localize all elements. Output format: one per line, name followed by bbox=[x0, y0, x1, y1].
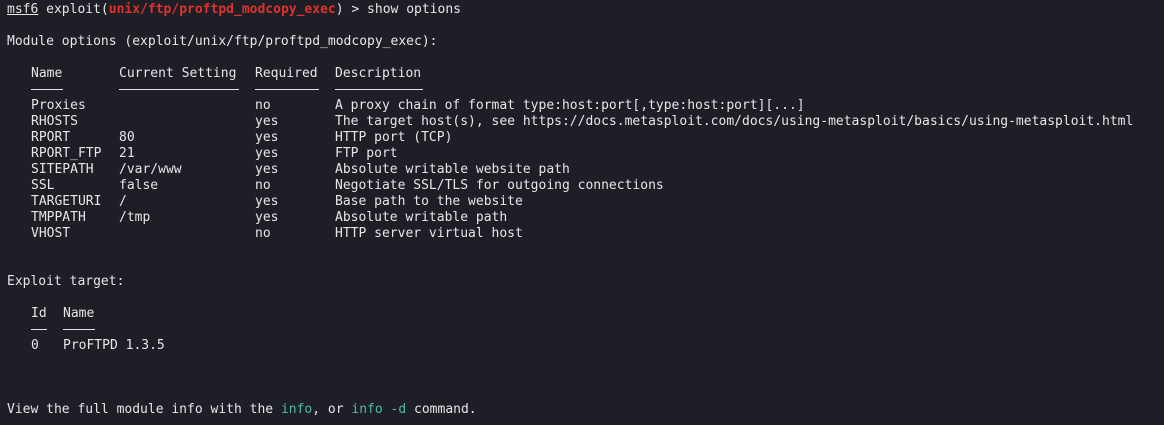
option-description: Base path to the website bbox=[335, 194, 523, 209]
underline-id bbox=[31, 329, 47, 330]
option-required: no bbox=[255, 178, 271, 193]
underline-required bbox=[255, 89, 319, 90]
underline-target-name bbox=[63, 329, 95, 330]
table-header-row: Name Current Setting Required Descriptio… bbox=[31, 66, 1164, 82]
exploit-target-heading: Exploit target: bbox=[7, 274, 125, 289]
target-name: ProFTPD 1.3.5 bbox=[63, 338, 165, 353]
option-description: HTTP server virtual host bbox=[335, 226, 523, 241]
footer-middle: , or bbox=[312, 402, 352, 417]
option-setting: false bbox=[119, 178, 159, 193]
option-name: VHOST bbox=[31, 226, 71, 241]
option-description: The target host(s), see https://docs.met… bbox=[335, 114, 1134, 129]
exploit-target-table: Id Name 0 ProFTPD 1.3.5 bbox=[7, 306, 1164, 354]
module-options-heading: Module options (exploit/unix/ftp/proftpd… bbox=[7, 34, 438, 49]
option-setting: /tmp bbox=[119, 210, 151, 225]
target-row: 0 ProFTPD 1.3.5 bbox=[31, 338, 1164, 354]
option-setting bbox=[119, 114, 255, 130]
underline-description bbox=[335, 89, 423, 90]
info-command: info bbox=[280, 402, 313, 417]
option-name: TMPPATH bbox=[31, 210, 86, 225]
prompt-name: msf6 bbox=[7, 2, 39, 17]
option-required: no bbox=[255, 98, 271, 113]
option-description: Absolute writable website path bbox=[335, 162, 570, 177]
target-header-underline bbox=[31, 322, 1164, 338]
option-setting bbox=[119, 226, 255, 242]
table-row: RPORT 80 yes HTTP port (TCP) bbox=[31, 130, 1164, 146]
table-row: TARGETURI / yes Base path to the website bbox=[31, 194, 1164, 210]
option-description: HTTP port (TCP) bbox=[335, 130, 453, 145]
option-required: yes bbox=[255, 146, 279, 161]
option-required: yes bbox=[255, 130, 279, 145]
table-header-underline bbox=[31, 82, 1164, 98]
option-description: A proxy chain of format type:host:port[,… bbox=[335, 98, 805, 113]
option-description: FTP port bbox=[335, 146, 398, 161]
option-name: SSL bbox=[31, 178, 55, 193]
option-setting: / bbox=[119, 194, 127, 209]
column-header-required: Required bbox=[255, 66, 318, 81]
prompt-line: msf6 exploit(unix/ftp/proftpd_modcopy_ex… bbox=[7, 2, 1164, 18]
column-header-current-setting: Current Setting bbox=[119, 66, 237, 81]
option-required: yes bbox=[255, 114, 279, 129]
footer-hint: View the full module info with the info,… bbox=[7, 402, 1164, 418]
option-setting: /var/www bbox=[119, 162, 182, 177]
option-setting: 21 bbox=[119, 146, 135, 161]
table-row: Proxies no A proxy chain of format type:… bbox=[31, 98, 1164, 114]
column-header-name: Name bbox=[31, 66, 63, 81]
option-required: yes bbox=[255, 210, 279, 225]
option-setting: 80 bbox=[119, 130, 135, 145]
option-required: yes bbox=[255, 162, 279, 177]
option-name: TARGETURI bbox=[31, 194, 102, 209]
table-row: TMPPATH /tmp yes Absolute writable path bbox=[31, 210, 1164, 226]
prompt-command: ) > show options bbox=[335, 2, 461, 17]
table-row: RPORT_FTP 21 yes FTP port bbox=[31, 146, 1164, 162]
option-name: SITEPATH bbox=[31, 162, 94, 177]
option-name: RHOSTS bbox=[31, 114, 78, 129]
option-required: no bbox=[255, 226, 271, 241]
prompt-module: unix/ftp/proftpd_modcopy_exec bbox=[108, 2, 336, 17]
underline-current-setting bbox=[119, 89, 239, 90]
option-description: Absolute writable path bbox=[335, 210, 508, 225]
terminal-window[interactable]: msf6 exploit(unix/ftp/proftpd_modcopy_ex… bbox=[0, 0, 1164, 425]
table-row: VHOST no HTTP server virtual host bbox=[31, 226, 1164, 242]
option-required: yes bbox=[255, 194, 279, 209]
option-setting bbox=[119, 98, 255, 114]
module-options-table: Name Current Setting Required Descriptio… bbox=[7, 66, 1164, 242]
table-row: SITEPATH /var/www yes Absolute writable … bbox=[31, 162, 1164, 178]
info-d-command: info -d bbox=[351, 402, 407, 417]
underline-name bbox=[31, 89, 63, 90]
target-id: 0 bbox=[31, 338, 39, 353]
target-header-row: Id Name bbox=[31, 306, 1164, 322]
footer-suffix: command. bbox=[406, 402, 477, 417]
option-name: RPORT_FTP bbox=[31, 146, 102, 161]
column-header-id: Id bbox=[31, 306, 47, 321]
footer-prefix: View the full module info with the bbox=[7, 402, 281, 417]
table-row: SSL false no Negotiate SSL/TLS for outgo… bbox=[31, 178, 1164, 194]
column-header-description: Description bbox=[335, 66, 422, 81]
option-name: RPORT bbox=[31, 130, 71, 145]
option-description: Negotiate SSL/TLS for outgoing connectio… bbox=[335, 178, 664, 193]
option-name: Proxies bbox=[31, 98, 86, 113]
table-row: RHOSTS yes The target host(s), see https… bbox=[31, 114, 1164, 130]
prompt-exploit-word: exploit( bbox=[46, 2, 109, 17]
column-header-target-name: Name bbox=[63, 306, 95, 321]
